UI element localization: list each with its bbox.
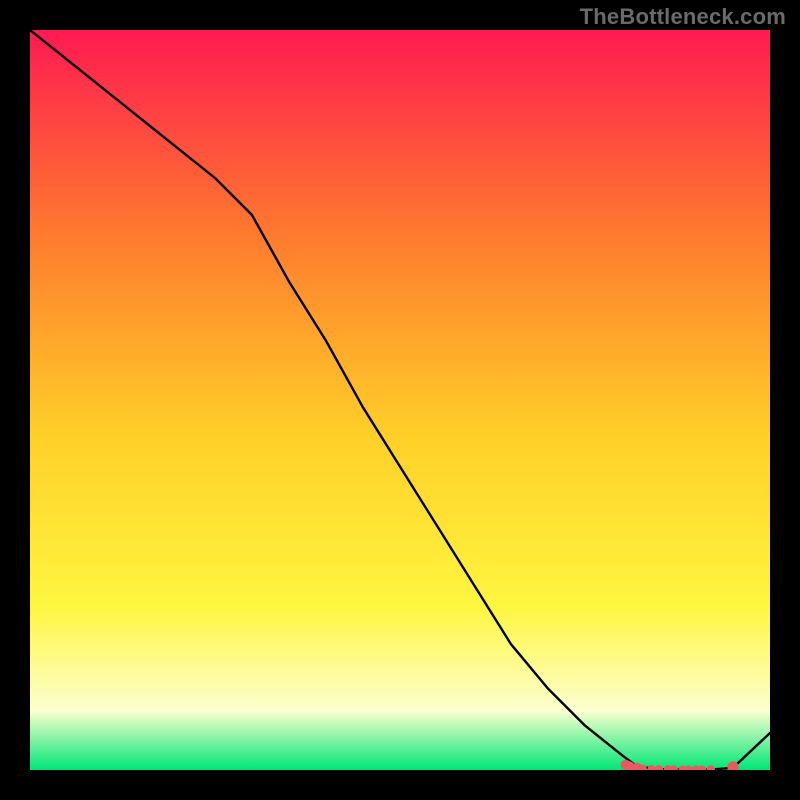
marker-dot: [698, 766, 705, 770]
marker-dot: [707, 766, 714, 770]
gradient-background: [30, 30, 770, 770]
marker-dot: [728, 762, 738, 770]
chart-svg: [30, 30, 770, 770]
marker-dot: [648, 766, 655, 770]
marker-dot: [685, 766, 692, 770]
marker-dot: [670, 766, 677, 770]
chart-plot-area: [30, 30, 770, 770]
marker-dot: [655, 766, 662, 770]
chart-frame: TheBottleneck.com: [0, 0, 800, 800]
watermark-text: TheBottleneck.com: [580, 4, 786, 30]
marker-dot: [639, 765, 646, 770]
